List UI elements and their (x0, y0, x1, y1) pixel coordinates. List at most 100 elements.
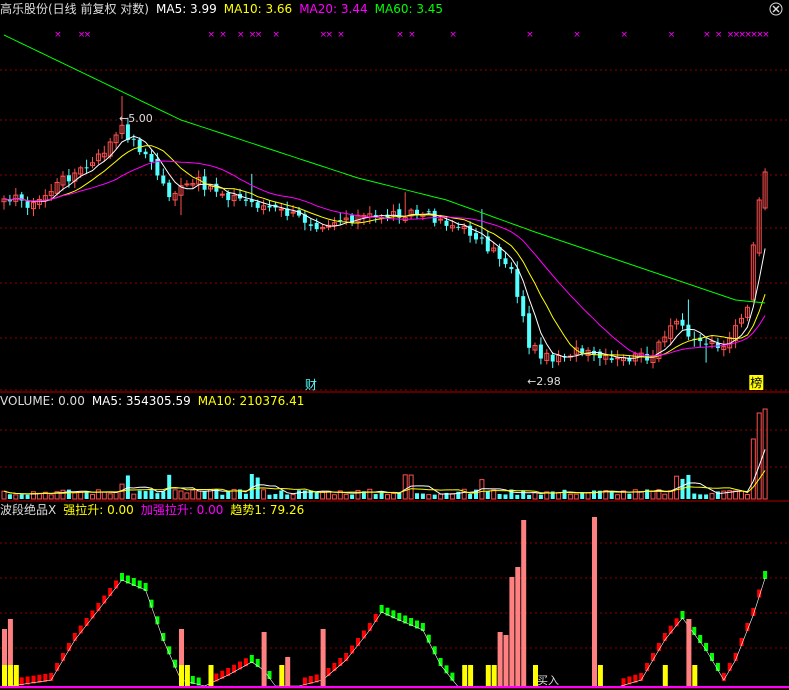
volume-bar (297, 490, 301, 499)
volume-bar (155, 493, 160, 499)
volume-bar (184, 492, 190, 500)
enhanced-rise-bar (208, 665, 214, 687)
volume-bar (491, 489, 497, 500)
strong-rise-bar (515, 567, 521, 687)
top-marker: × (396, 30, 404, 40)
volume-bar (698, 494, 703, 499)
candle-body (527, 313, 532, 348)
top-marker: × (449, 30, 457, 40)
volume-bar (367, 488, 373, 500)
volume-bar (137, 490, 142, 499)
candle-body (432, 210, 437, 223)
candle-body (184, 183, 190, 186)
volume-bar (190, 489, 196, 500)
top-marker: × (762, 30, 770, 40)
low-price-label: ←2.98 (527, 375, 561, 388)
enhanced-rise-bar (692, 665, 698, 687)
strong-rise-bar (686, 619, 692, 687)
top-marker: × (255, 30, 263, 40)
top-marker: × (84, 30, 92, 40)
top-marker: × (326, 30, 334, 40)
volume-bar (385, 494, 390, 500)
volume-bar (750, 438, 756, 500)
candle-body (66, 175, 71, 182)
candle-body (255, 202, 260, 208)
strong-rise-bar (285, 657, 291, 687)
candle-body (538, 344, 543, 359)
volume-bar (60, 489, 66, 500)
volume-bar (178, 490, 184, 500)
enhanced-rise-bar (279, 665, 285, 687)
volume-bar (226, 491, 231, 499)
volume-bar (78, 491, 84, 500)
volume-bar (161, 491, 166, 499)
volume-bar (390, 492, 396, 500)
volume-bar (692, 493, 697, 499)
top-marker: × (408, 30, 416, 40)
top-marker: × (526, 30, 534, 40)
top-marker: × (54, 30, 62, 40)
volume-bar (485, 491, 490, 499)
trend-line (3, 577, 766, 688)
volume-bar (107, 493, 113, 500)
ma20-line (3, 160, 766, 357)
volume-bar (149, 490, 154, 499)
volume-bar (131, 493, 137, 500)
volume-bar (202, 491, 207, 499)
volume-bar (615, 494, 621, 500)
top-marker: × (573, 30, 581, 40)
top-marker: × (219, 30, 227, 40)
volume-bar (721, 490, 727, 500)
enhanced-rise-bar (662, 665, 668, 687)
volume-bar (113, 491, 119, 500)
candle-body (704, 343, 709, 345)
candle-body (479, 237, 484, 239)
volume-ma5-line (3, 449, 766, 495)
enhanced-rise-bar (13, 665, 19, 687)
enhanced-rise-bar (184, 665, 190, 687)
top-marker: × (337, 30, 345, 40)
volume-bar (196, 490, 202, 500)
volume-bar (167, 474, 172, 499)
volume-bar (585, 492, 591, 500)
volume-bar (438, 493, 444, 500)
trend-bar (763, 571, 768, 579)
high-price-label: ←5.00 (119, 112, 153, 125)
candle-body (219, 193, 225, 196)
top-marker: × (237, 30, 245, 40)
candle-body (308, 224, 313, 226)
volume-bar (95, 489, 101, 500)
volume-bar (592, 490, 596, 499)
volume-ma10-line (3, 470, 766, 495)
candle-body (521, 296, 526, 317)
volume-bar (650, 490, 656, 500)
enhanced-rise-bar (179, 665, 184, 687)
top-marker: × (715, 30, 723, 40)
candle-body (226, 192, 231, 201)
candle-body (680, 319, 685, 326)
volume-bar (503, 494, 508, 499)
strong-rise-bar (497, 632, 503, 687)
volume-bar (373, 494, 378, 499)
top-marker: × (668, 30, 676, 40)
volume-bar (243, 493, 248, 499)
volume-bar (627, 493, 632, 499)
enhanced-rise-bar (462, 665, 468, 687)
candle-body (167, 182, 172, 198)
volume-bar (739, 490, 744, 500)
volume-bar (331, 494, 337, 500)
volume-bar (497, 493, 502, 499)
enhanced-rise-bar (468, 665, 474, 687)
volume-bar (84, 491, 89, 499)
volume-bar (744, 493, 750, 500)
volume-bar (532, 492, 538, 500)
volume-bar (567, 493, 573, 500)
candle-body (456, 226, 461, 228)
candle-body (314, 222, 319, 230)
volume-bar (267, 494, 272, 499)
volume-bar (72, 492, 78, 500)
stock-chart[interactable]: × ×× × × × ×× × ×× × × × × × × × × × × ×××××××←5.00←2.98财榜… (0, 0, 789, 690)
finance-label: 财 (305, 378, 317, 392)
enhanced-rise-bar (7, 665, 13, 687)
candle-body (125, 124, 130, 141)
